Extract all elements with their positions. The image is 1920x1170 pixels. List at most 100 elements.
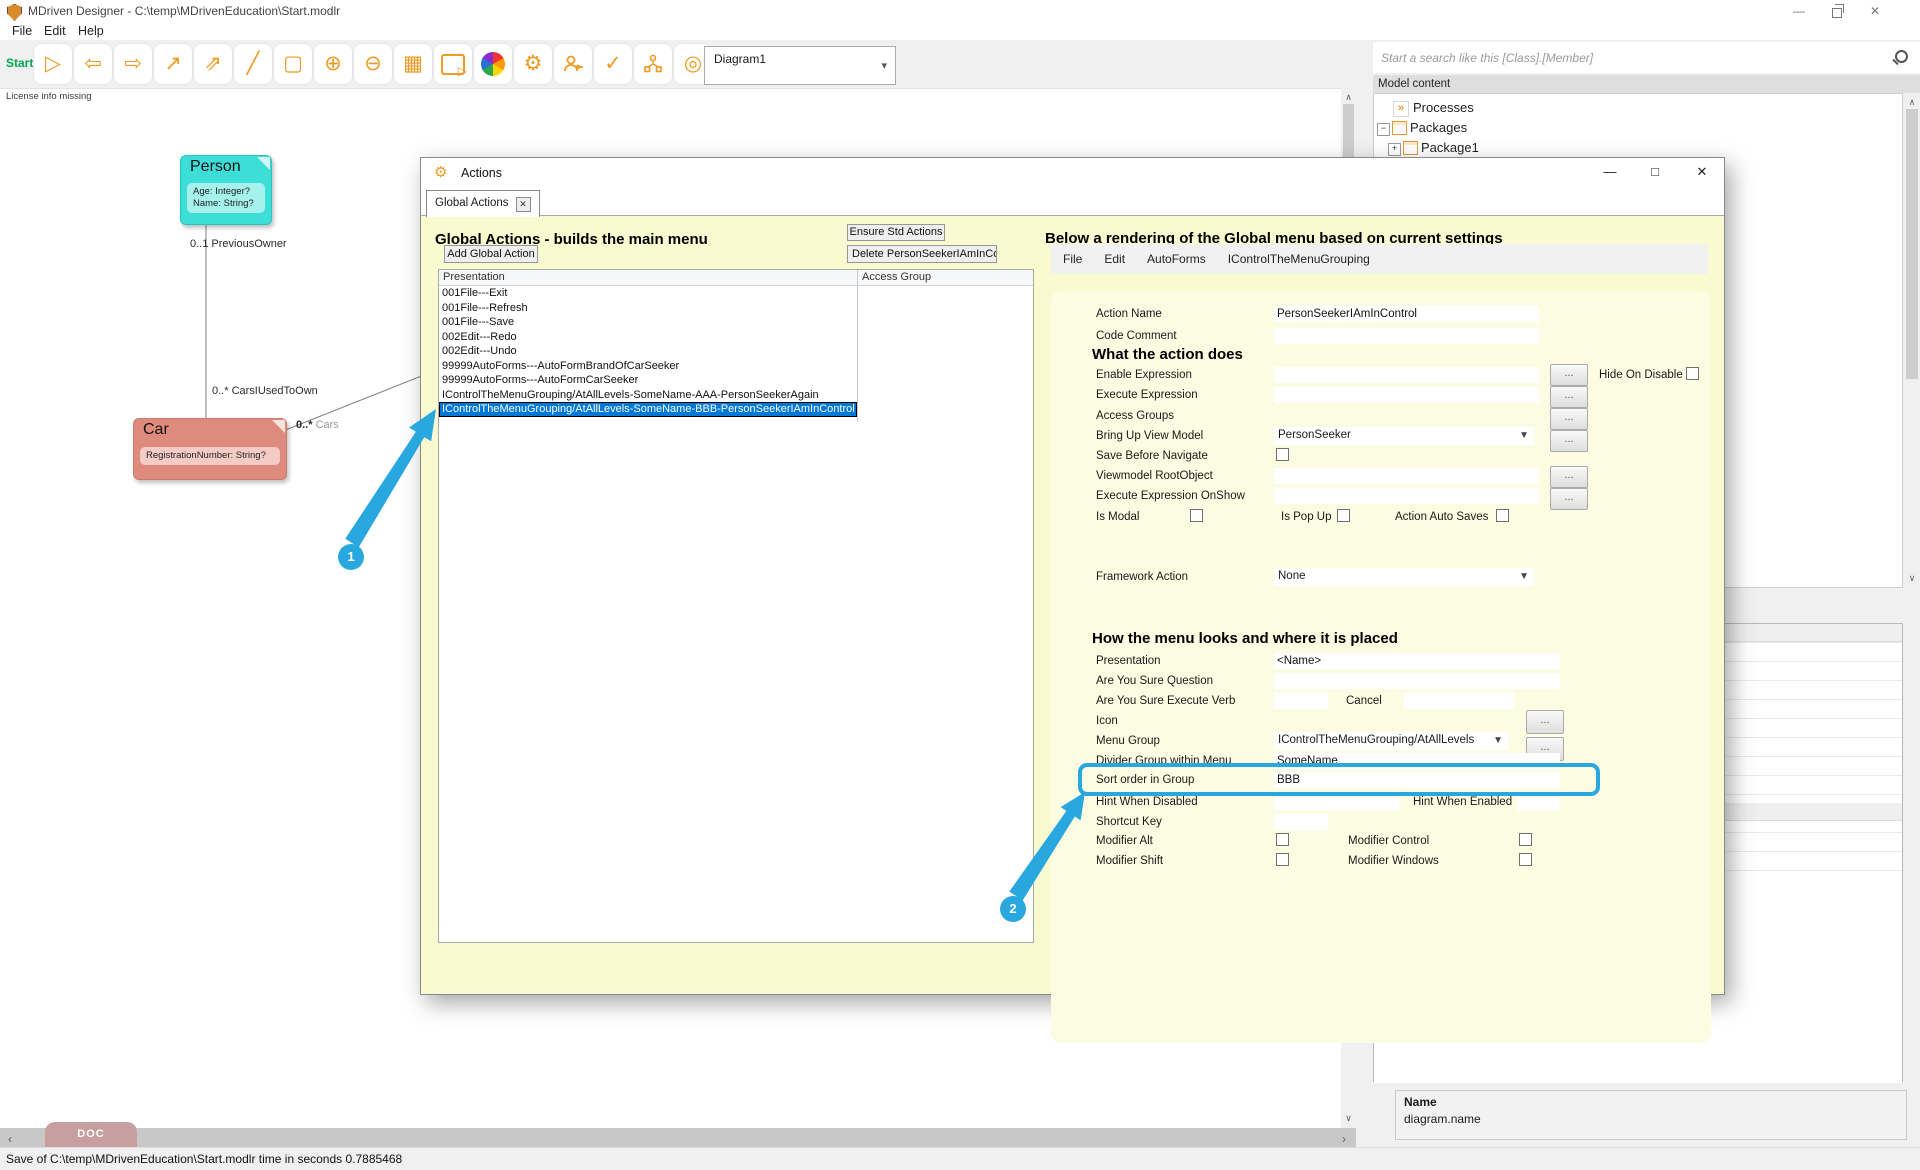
draw-dependency-button[interactable]: ╱ [233, 43, 273, 85]
dialog-close-button[interactable]: ✕ [1689, 164, 1715, 180]
list-item[interactable]: IControlTheMenuGrouping/AtAllLevels-Some… [439, 388, 1033, 403]
scroll-up-icon[interactable]: ∧ [1904, 97, 1920, 108]
processes-icon: » [1393, 101, 1409, 117]
nav-back-button[interactable]: ⇦ [73, 43, 113, 85]
class-person[interactable]: Person Age: Integer? Name: String? [180, 155, 272, 225]
play-icon: ▷ [45, 52, 61, 75]
canvas-horizontal-scrollbar[interactable]: ‹ › [0, 1128, 1356, 1147]
tab-global-actions[interactable]: Global Actions ✕ [426, 190, 540, 217]
tree-item-label: Packages [1410, 120, 1467, 135]
association-arrow-icon: ↗ [164, 52, 182, 75]
dialog-title-bar[interactable]: ⚙ Actions — □ ✕ [421, 158, 1724, 188]
window-close-button[interactable]: ✕ [1858, 0, 1892, 22]
chevron-down-icon: ▾ [881, 59, 887, 72]
window-minimize-button[interactable]: — [1782, 0, 1816, 22]
list-item[interactable]: 001File---Exit [439, 286, 1033, 301]
diagram-selector[interactable]: Diagram1 ▾ [704, 46, 896, 85]
select-area-button[interactable]: ▢ [273, 43, 313, 85]
list-item[interactable]: 99999AutoForms---AutoFormCarSeeker [439, 373, 1033, 388]
preview-menu-icontrolthemenugrouping[interactable]: IControlTheMenuGrouping [1228, 252, 1370, 266]
callout-step-2: 2 [1000, 896, 1026, 922]
menu-file[interactable]: File [12, 24, 32, 38]
attribute: Age: Integer? [193, 186, 259, 198]
app-logo-icon [7, 4, 22, 21]
expand-expander-icon[interactable]: + [1388, 143, 1401, 156]
tab-close-icon[interactable]: ✕ [516, 197, 531, 212]
menu-help[interactable]: Help [78, 24, 104, 38]
select-area-icon: ▢ [283, 52, 303, 75]
delete-action-button[interactable]: Delete PersonSeekerIAmInCo [847, 245, 997, 263]
scroll-down-icon[interactable]: ∨ [1904, 573, 1920, 584]
gears-icon: ⚙ [524, 52, 543, 75]
callout-step-1: 1 [338, 544, 364, 570]
zoom-out-icon: ⊖ [364, 52, 382, 75]
list-item-selected[interactable]: IControlTheMenuGrouping/AtAllLevels-Some… [439, 402, 857, 417]
attribute: Name: String? [193, 198, 259, 210]
scroll-down-icon[interactable]: ∨ [1341, 1113, 1356, 1124]
menu-preview-bar: File Edit AutoForms IControlTheMenuGroup… [1051, 244, 1708, 274]
styles-button[interactable] [473, 43, 513, 85]
association-label-carsiusedtoown: 0..* CarsIUsedToOwn [212, 385, 318, 397]
ensure-std-actions-button[interactable]: Ensure Std Actions [847, 224, 945, 241]
validate-button[interactable]: ✓ [593, 43, 633, 85]
sort-order-highlight-box [1078, 763, 1600, 796]
list-item[interactable]: 99999AutoForms---AutoFormBrandOfCarSeeke… [439, 359, 1033, 374]
window-restore-button[interactable] [1820, 0, 1854, 22]
color-wheel-icon [481, 52, 505, 76]
scroll-right-icon[interactable]: › [1342, 1132, 1346, 1146]
draw-directed-association-button[interactable]: ⇗ [193, 43, 233, 85]
doc-tab[interactable]: DOC [45, 1122, 137, 1147]
restore-icon [1832, 8, 1842, 18]
settings-button[interactable]: ⚙ [513, 43, 553, 85]
viewmodel-editor-button[interactable]: ▦ [393, 43, 433, 85]
corner-fold-icon [272, 420, 285, 433]
draw-association-button[interactable]: ↗ [153, 43, 193, 85]
preview-menu-autoforms[interactable]: AutoForms [1147, 252, 1206, 266]
dialog-tab-strip: Global Actions ✕ [421, 188, 1724, 216]
zoom-in-button[interactable]: ⊕ [313, 43, 353, 85]
list-rows: 001File---Exit 001File---Refresh 001File… [439, 286, 1033, 417]
list-item[interactable]: 001File---Save [439, 315, 1033, 330]
check-icon: ✓ [604, 52, 622, 75]
dialog-title: Actions [461, 166, 502, 180]
class-person-name: Person [190, 158, 241, 176]
scroll-left-icon[interactable]: ‹ [8, 1132, 12, 1146]
zoom-out-button[interactable]: ⊖ [353, 43, 393, 85]
prototype-run-button[interactable]: ▷ [433, 43, 473, 85]
class-car-attributes: RegistrationNumber: String? [140, 447, 280, 465]
class-person-attributes: Age: Integer? Name: String? [187, 183, 265, 213]
column-access-group[interactable]: Access Group [862, 271, 931, 283]
add-global-action-button[interactable]: Add Global Action [444, 245, 538, 263]
dialog-maximize-button[interactable]: □ [1642, 164, 1668, 179]
property-name-title: Name [1404, 1095, 1437, 1109]
scroll-up-icon[interactable]: ∧ [1341, 92, 1356, 103]
collapse-expander-icon[interactable]: − [1377, 123, 1390, 136]
window-title: MDriven Designer - C:\temp\MDrivenEducat… [28, 4, 340, 18]
list-item[interactable]: 002Edit---Undo [439, 344, 1033, 359]
package-icon [1392, 121, 1407, 135]
column-presentation[interactable]: Presentation [443, 271, 505, 283]
access-groups-button[interactable] [553, 43, 593, 85]
nav-forward-button[interactable]: ⇨ [113, 43, 153, 85]
tree-structure-icon [642, 53, 664, 75]
actions-dialog: ⚙ Actions — □ ✕ Global Actions ✕ Global A… [420, 157, 1725, 995]
run-play-button[interactable]: ▷ [33, 43, 73, 85]
tree-vertical-scrollbar[interactable]: ∧ ∨ [1904, 93, 1920, 588]
status-bar: Save of C:\temp\MDrivenEducation\Start.m… [0, 1147, 1920, 1170]
preview-menu-file[interactable]: File [1063, 252, 1082, 266]
model-structure-button[interactable] [633, 43, 673, 85]
dialog-minimize-button[interactable]: — [1597, 164, 1623, 179]
list-item[interactable]: 001File---Refresh [439, 301, 1033, 316]
preview-menu-edit[interactable]: Edit [1104, 252, 1125, 266]
search-icon[interactable] [1895, 50, 1908, 63]
scrollbar-thumb[interactable] [1906, 109, 1918, 379]
tree-item-label: Package1 [1421, 140, 1479, 155]
menu-edit[interactable]: Edit [44, 24, 66, 38]
tab-label: Global Actions [435, 197, 509, 209]
association-label-previousowner: 0..1 PreviousOwner [190, 238, 287, 250]
corner-fold-icon [257, 157, 270, 170]
list-item[interactable]: 002Edit---Redo [439, 330, 1033, 345]
search-input[interactable] [1379, 47, 1883, 69]
attribute: RegistrationNumber: String? [146, 450, 274, 462]
class-car[interactable]: Car RegistrationNumber: String? [133, 418, 287, 480]
